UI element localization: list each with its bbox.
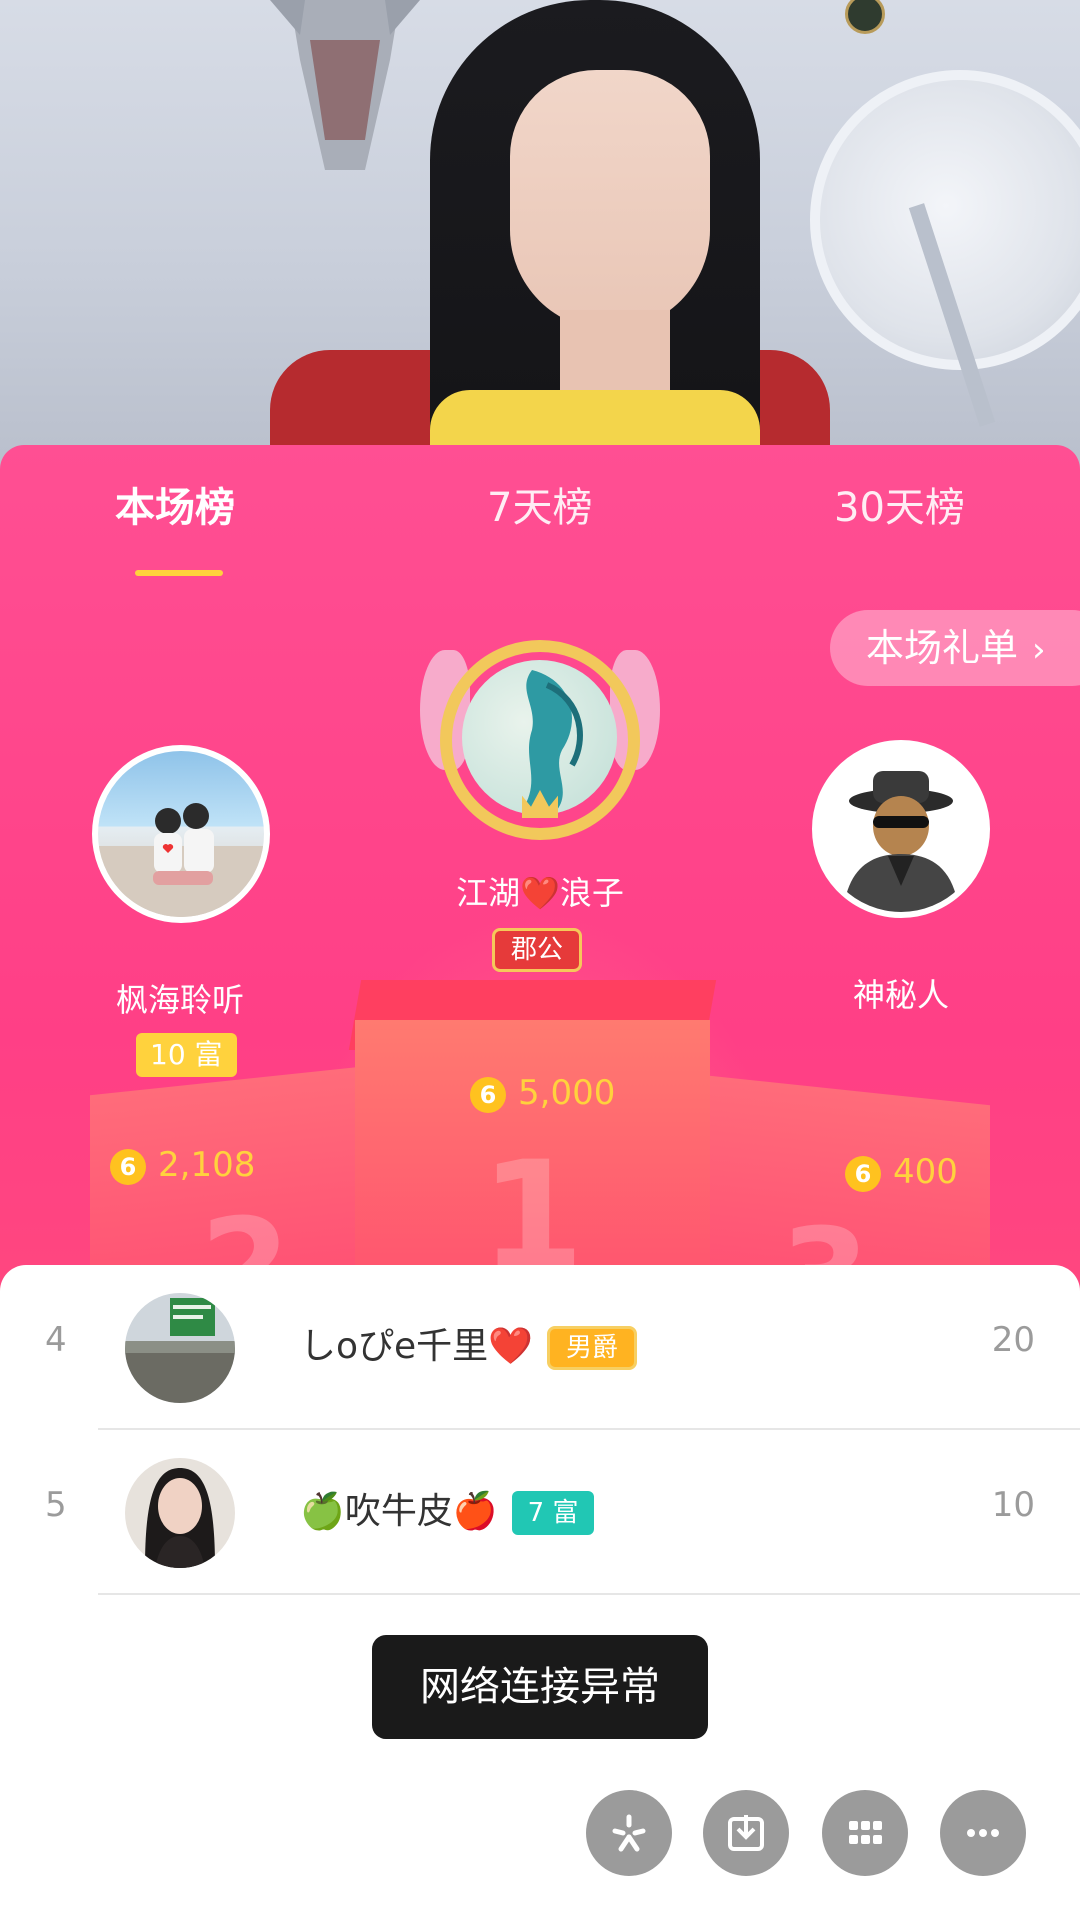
list-rank: 4 (45, 1320, 67, 1360)
wall-deco-image (270, 0, 420, 180)
avatar[interactable] (125, 1458, 235, 1568)
gift-list-button[interactable]: 本场礼单 › (830, 610, 1080, 686)
live-video-background (0, 0, 1080, 470)
sparkle-button[interactable] (586, 1790, 672, 1876)
first-place-title-badge: 郡公 (492, 928, 583, 972)
sparkle-icon (612, 1814, 646, 1852)
first-place-score-value: 5,000 (518, 1073, 616, 1113)
second-place-name: 枫海聆听 (115, 981, 244, 1019)
coin-icon: 6 (110, 1148, 146, 1185)
coin-icon: 6 (470, 1076, 506, 1113)
second-place-avatar[interactable] (92, 745, 270, 923)
list-score: 20 (991, 1320, 1035, 1360)
level-badge-icon (845, 0, 885, 34)
list-score: 10 (991, 1485, 1035, 1525)
active-tab-indicator (135, 570, 223, 576)
first-place-score: 6 5,000 (470, 1073, 615, 1113)
coin-icon: 6 (845, 1155, 881, 1192)
download-icon (728, 1815, 764, 1851)
list-rank: 5 (45, 1485, 67, 1525)
streamer-neck (560, 310, 670, 400)
second-place-score-value: 2,108 (158, 1145, 256, 1185)
network-error-toast: 网络连接异常 (372, 1635, 708, 1739)
third-place-score-value: 400 (893, 1152, 958, 1192)
list-username-text: しoぴe千里❤️ (300, 1326, 533, 1367)
list-item[interactable]: 5 🍏吹牛皮🍎 7 富 10 (0, 1430, 1080, 1595)
avatar[interactable] (125, 1293, 235, 1403)
third-place-name: 神秘人 (852, 976, 949, 1014)
list-title-badge: 男爵 (547, 1326, 638, 1370)
third-place-avatar[interactable] (812, 740, 990, 918)
tab-30-days[interactable]: 30天榜 (834, 475, 965, 533)
ranking-tabs: 本场榜 7天榜 30天榜 (0, 475, 1080, 576)
tab-current-session[interactable]: 本场榜 (115, 475, 235, 533)
first-place-name: 江湖❤️浪子 (456, 874, 624, 912)
download-button[interactable] (703, 1790, 789, 1876)
list-username: しoぴe千里❤️ 男爵 (300, 1317, 638, 1370)
list-username-text: 🍏吹牛皮🍎 (300, 1491, 498, 1532)
second-place-score: 6 2,108 (110, 1145, 255, 1185)
second-place-fu-badge: 10 富 (136, 1033, 237, 1077)
streamer-face (510, 70, 710, 330)
list-username: 🍏吹牛皮🍎 7 富 (300, 1482, 595, 1535)
grid-icon (849, 1821, 882, 1844)
more-button[interactable] (940, 1790, 1026, 1876)
row-divider (98, 1593, 1080, 1595)
list-item[interactable]: 4 しoぴe千里❤️ 男爵 20 (0, 1265, 1080, 1430)
more-icon (967, 1829, 999, 1837)
third-place-score: 6 400 (845, 1152, 958, 1192)
grid-button[interactable] (822, 1790, 908, 1876)
gift-list-label: 本场礼单 (866, 626, 1019, 670)
list-fu-badge: 7 富 (511, 1491, 595, 1535)
ranking-list: 4 しoぴe千里❤️ 男爵 20 5 🍏吹牛皮🍎 7 富 10 (0, 1265, 1080, 1920)
tab-7-days[interactable]: 7天榜 (487, 475, 592, 533)
chevron-right-icon: › (1032, 630, 1046, 670)
satellite-dish-image (810, 70, 1080, 370)
